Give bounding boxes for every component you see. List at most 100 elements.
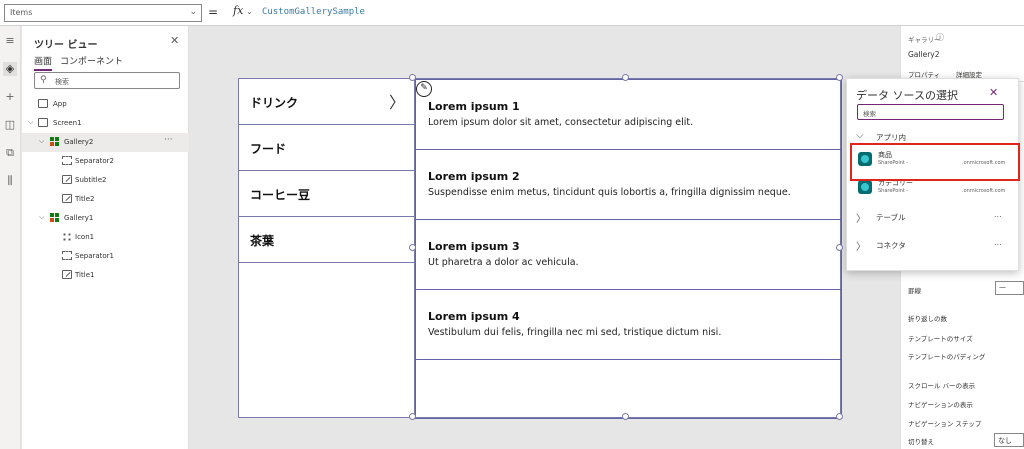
gallery-row[interactable]: Lorem ipsum 3 Ut pharetra a dolor ac veh… xyxy=(416,220,841,290)
prop-navigation-label: ナビゲーションの表示 xyxy=(908,401,973,409)
property-dropdown[interactable]: Items ⌄ xyxy=(4,4,202,22)
resize-handle[interactable] xyxy=(622,74,629,81)
tree-node-label: Screen1 xyxy=(53,119,82,127)
gallery-row[interactable]: Lorem ipsum 4 Vestibulum dui felis, frin… xyxy=(416,290,841,360)
category-label: コーヒー豆 xyxy=(250,188,311,202)
resize-handle[interactable] xyxy=(409,413,416,420)
prop-toggle-label: 切り替え xyxy=(908,438,934,446)
tree-node-label: Gallery2 xyxy=(64,138,94,146)
formula-input[interactable]: CustomGallerySample xyxy=(262,7,365,17)
layers-icon[interactable]: ◈ xyxy=(3,62,17,76)
tree-node-subtitle2[interactable]: Subtitle2 xyxy=(22,171,189,190)
chevron-right-icon: 〉 xyxy=(856,214,866,225)
panel-title: ツリー ビュー xyxy=(34,40,98,51)
border-style-dropdown[interactable]: — xyxy=(995,281,1024,295)
screen-icon xyxy=(38,118,48,127)
tree-node-title1[interactable]: Title1 xyxy=(22,266,189,285)
resize-handle[interactable] xyxy=(836,74,843,81)
gallery-item-title: Lorem ipsum 1 xyxy=(428,100,520,113)
resize-handle[interactable] xyxy=(622,413,629,420)
flyout-title: データ ソースの選択 xyxy=(856,89,958,102)
tab-components[interactable]: コンポーネント xyxy=(60,54,123,67)
prop-border-label: 罫線 xyxy=(908,287,921,295)
tab-screens[interactable]: 画面 xyxy=(34,54,53,71)
tree-node-label: Separator1 xyxy=(75,252,115,260)
search-icon: ⚲ xyxy=(40,75,47,85)
help-icon[interactable]: ⓘ xyxy=(936,32,944,43)
chevron-down-icon[interactable]: ⌵ xyxy=(39,137,44,146)
category-row[interactable]: 茶葉 xyxy=(239,217,414,263)
data-source-search-input[interactable]: 検索 xyxy=(857,104,1004,120)
resize-handle[interactable] xyxy=(409,74,416,81)
tree-node-gallery2[interactable]: ⌵ Gallery2 ··· xyxy=(22,133,189,152)
gallery2[interactable]: Lorem ipsum 1 Lorem ipsum dolor sit amet… xyxy=(415,79,842,419)
gallery-item-title: Lorem ipsum 3 xyxy=(428,240,520,253)
label-icon xyxy=(62,270,72,279)
resize-handle[interactable] xyxy=(409,244,416,251)
design-canvas: ドリンク 〉 フード コーヒー豆 茶葉 Lorem ipsum 1 Lorem … xyxy=(190,26,899,449)
plus-icon[interactable]: + xyxy=(3,90,17,104)
tree-node-separator1[interactable]: Separator1 xyxy=(22,247,189,266)
edit-gallery-icon[interactable]: ✎ xyxy=(416,81,432,97)
tree-node-separator2[interactable]: Separator2 xyxy=(22,152,189,171)
chevron-down-icon[interactable]: ⌵ xyxy=(39,213,44,222)
tree-node-label: Title1 xyxy=(75,271,95,279)
equals-sign: = xyxy=(208,5,219,19)
prop-wrap-count-label: 折り返しの数 xyxy=(908,315,947,323)
gallery-row[interactable]: Lorem ipsum 2 Suspendisse enim metus, ti… xyxy=(416,150,841,220)
data-source-domain: .onmicrosoft.com xyxy=(962,188,1006,194)
group-tables[interactable]: 〉 テーブル ... xyxy=(856,209,1016,227)
media-icon[interactable]: ⧉ xyxy=(3,146,17,160)
label-icon xyxy=(62,175,72,184)
gallery-item-title: Lorem ipsum 4 xyxy=(428,310,520,323)
close-icon[interactable]: ✕ xyxy=(989,86,998,99)
separator-icon xyxy=(62,156,72,165)
gallery-item-title: Lorem ipsum 2 xyxy=(428,170,520,183)
more-icon[interactable]: ... xyxy=(994,238,1002,247)
tree-node-icon1[interactable]: Icon1 xyxy=(22,228,189,247)
toggle-value: なし xyxy=(998,437,1012,445)
database-icon[interactable]: ◫ xyxy=(3,118,17,132)
sharepoint-icon xyxy=(858,180,872,194)
category-row[interactable]: フード xyxy=(239,125,414,171)
border-value: — xyxy=(999,283,1006,291)
gallery-item-subtitle: Lorem ipsum dolor sit amet, consectetur … xyxy=(428,117,694,128)
tree-node-screen1[interactable]: ⌵ Screen1 xyxy=(22,114,189,133)
chevron-right-icon[interactable]: 〉 xyxy=(389,89,405,113)
tree-node-app[interactable]: App xyxy=(22,95,189,114)
prop-template-size-label: テンプレートのサイズ xyxy=(908,335,973,343)
highlight-box xyxy=(850,143,1020,181)
group-connectors[interactable]: 〉 コネクタ ... xyxy=(856,237,1016,255)
control-name: Gallery2 xyxy=(908,50,940,59)
tree-node-title2[interactable]: Title2 xyxy=(22,190,189,209)
tools-icon[interactable]: ⫼ xyxy=(3,174,17,188)
more-icon[interactable]: ... xyxy=(994,210,1002,219)
more-icon[interactable]: ··· xyxy=(164,135,173,145)
group-label: テーブル xyxy=(876,213,906,222)
resize-handle[interactable] xyxy=(836,413,843,420)
category-row[interactable]: コーヒー豆 xyxy=(239,171,414,217)
tree-node-label: Gallery1 xyxy=(64,214,94,222)
tree-search-input[interactable]: ⚲ 検索 xyxy=(34,72,180,89)
icon-control-icon xyxy=(62,232,72,241)
search-placeholder: 検索 xyxy=(863,110,876,118)
category-label: ドリンク xyxy=(250,96,299,110)
category-gallery[interactable]: ドリンク 〉 フード コーヒー豆 茶葉 xyxy=(239,79,415,418)
toggle-dropdown[interactable]: なし xyxy=(994,433,1024,447)
app-screen: ドリンク 〉 フード コーヒー豆 茶葉 Lorem ipsum 1 Lorem … xyxy=(238,78,842,419)
fx-button[interactable]: fx ⌄ xyxy=(229,3,255,23)
tree-node-gallery1[interactable]: ⌵ Gallery1 xyxy=(22,209,189,228)
gallery-item-subtitle: Vestibulum dui felis, fringilla nec mi s… xyxy=(428,327,722,338)
close-icon[interactable]: ✕ xyxy=(170,34,179,47)
category-row[interactable]: ドリンク 〉 xyxy=(239,79,414,125)
chevron-down-icon[interactable]: ⌵ xyxy=(28,118,33,127)
chevron-down-icon: ⌄ xyxy=(189,7,197,17)
chevron-right-icon: 〉 xyxy=(856,242,866,253)
resize-handle[interactable] xyxy=(836,244,843,251)
prop-nav-step-label: ナビゲーション ステップ xyxy=(908,420,982,428)
fx-icon: fx xyxy=(233,4,244,17)
hamburger-menu-icon[interactable]: ≡ xyxy=(3,34,17,48)
gallery-row[interactable]: Lorem ipsum 1 Lorem ipsum dolor sit amet… xyxy=(416,80,841,150)
prop-scrollbar-label: スクロール バーの表示 xyxy=(908,382,976,390)
tree-node-label: Title2 xyxy=(75,195,95,203)
